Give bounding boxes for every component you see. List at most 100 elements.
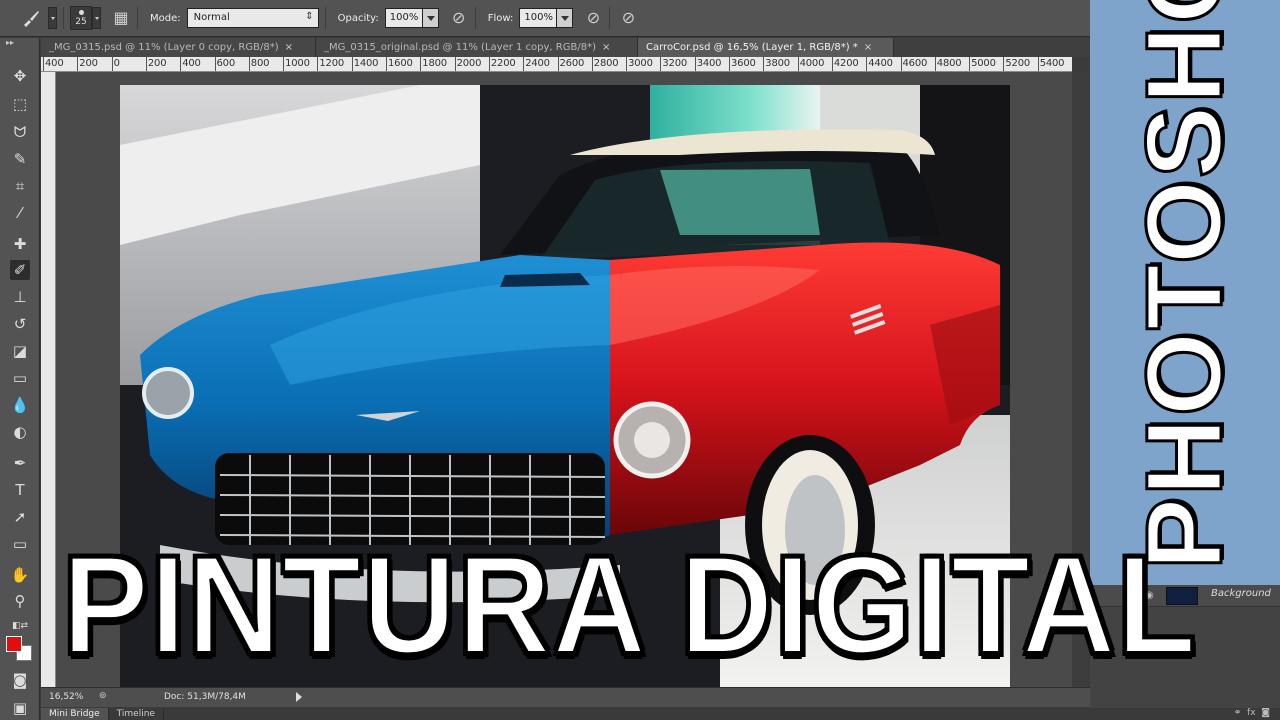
ruler-tick [831,57,833,71]
flow-dropdown[interactable] [557,8,574,28]
ruler-label: 1200 [319,58,345,69]
ruler-label: 800 [250,58,270,69]
tool-preset-dropdown[interactable] [48,7,57,29]
quick-mask-icon[interactable]: ◙ [10,670,30,690]
ruler-label: 1600 [388,58,413,69]
healing-brush-tool-icon[interactable]: ✚ [10,234,30,254]
zoom-tool-icon[interactable]: ⚲ [10,591,30,611]
mask-icon[interactable]: ◙ [1261,708,1270,718]
flow-input[interactable]: 100% [519,8,558,28]
ruler-label: 200 [79,58,98,69]
ruler-tick [214,57,216,71]
path-selection-tool-icon[interactable]: ➚ [10,507,30,527]
ruler-label: 5400 [1039,58,1065,69]
zoom-level[interactable]: 16,52% [49,692,83,702]
type-tool-icon[interactable]: T [10,480,30,500]
fx-icon[interactable]: fx [1247,708,1256,718]
opacity-dropdown[interactable] [422,8,439,28]
close-icon[interactable]: × [285,42,293,53]
ruler-label: 400 [45,58,64,69]
ruler-label: 5000 [971,58,996,69]
ruler-label: 5200 [1005,58,1031,69]
ruler-tick [694,57,696,71]
close-icon[interactable]: × [864,42,872,53]
ruler-horizontal: 400 200 0 200 400 600 800 1000 1200 1400 1600 1800 2… [41,57,1072,72]
ruler-label: 3200 [662,58,688,69]
ruler-tick [145,57,147,71]
mode-select[interactable]: Normal [186,8,319,28]
tools-panel: ▸▸ ✥ ⬚ ᗢ ✎ ⌗ ⁄ ✚ ✐ ⊥ ↺ ◪ ▭ 💧 ◐ ✒ T ➚ ▭ ✋… [0,38,40,720]
tab-carrocor[interactable]: CarroCor.psd @ 16,5% (Layer 1, RGB/8*) *… [638,38,894,57]
eraser-tool-icon[interactable]: ◪ [10,341,30,361]
move-tool-icon[interactable]: ✥ [10,66,30,86]
airbrush-icon[interactable]: ⊘ [583,8,603,28]
ruler-label: 2800 [593,58,619,69]
marquee-tool-icon[interactable]: ⬚ [10,94,30,114]
mode-label: Mode: [150,12,181,24]
tab-label: CarroCor.psd @ 16,5% (Layer 1, RGB/8*) * [646,42,858,53]
bottom-panel-tabs: Mini Bridge Timeline [41,708,1090,720]
ruler-tick [660,57,662,71]
brush-tool-icon[interactable]: ✐ [10,260,30,280]
ruler-tick [180,57,182,71]
ruler-label: 2400 [525,58,550,69]
tab-timeline[interactable]: Timeline [109,708,164,720]
gradient-tool-icon[interactable]: ▭ [10,368,30,388]
ruler-label: 3800 [765,58,790,69]
status-bar: 16,52% ⊚ Doc: 51,3M/78,4M [41,687,1090,707]
hand-tool-icon[interactable]: ✋ [10,565,30,585]
ruler-label: 1000 [285,58,310,69]
rectangle-tool-icon[interactable]: ▭ [10,534,30,554]
status-info-icon[interactable]: ⊚ [99,691,107,701]
tab-label: _MG_0315_original.psd @ 11% (Layer 1 cop… [324,42,596,53]
options-bar: 25 ▦ Mode: Normal Opacity: 100% ⊘ Flow: … [0,0,1090,37]
ruler-label: 1400 [353,58,379,69]
opacity-input[interactable]: 100% [384,8,423,28]
ruler-tick [1037,57,1039,71]
brush-preset-dropdown[interactable] [92,7,101,29]
ruler-tick [763,57,765,71]
ruler-tick [283,57,285,71]
quick-selection-tool-icon[interactable]: ✎ [10,149,30,169]
ruler-tick [626,57,628,71]
ruler-label: 3000 [628,58,653,69]
close-icon[interactable]: × [602,42,610,53]
link-layers-icon[interactable]: ⚭ [1234,708,1242,718]
side-title: PHOTOSHOP [1122,0,1246,572]
lasso-tool-icon[interactable]: ᗢ [10,122,30,142]
ruler-tick [934,57,936,71]
document-tabs: _MG_0315.psd @ 11% (Layer 0 copy, RGB/8*… [41,38,1090,57]
tab-mini-bridge[interactable]: Mini Bridge [41,708,109,720]
ruler-label: 4600 [902,58,928,69]
tablet-pressure-icon[interactable]: ⊘ [618,8,638,28]
overlay-title: PINTURA DIGITAL [60,524,1198,685]
history-brush-tool-icon[interactable]: ↺ [10,314,30,334]
ruler-tick [420,57,422,71]
brush-icon[interactable] [20,7,42,29]
foreground-color-swatch[interactable] [6,636,22,652]
ruler-label: 2200 [490,58,516,69]
status-menu-arrow-icon[interactable] [296,692,302,702]
ruler-tick [797,57,799,71]
brush-preset-picker[interactable]: 25 [70,6,92,30]
ruler-label: 4400 [868,58,893,69]
tablet-pressure-icon[interactable]: ⊘ [449,8,469,28]
pen-tool-icon[interactable]: ✒ [10,453,30,473]
eyedropper-tool-icon[interactable]: ⁄ [10,203,30,223]
ruler-tick [386,57,387,71]
tab-mg-0315-original[interactable]: _MG_0315_original.psd @ 11% (Layer 1 cop… [316,38,638,57]
photoshop-window: 25 ▦ Mode: Normal Opacity: 100% ⊘ Flow: … [0,0,1280,720]
tab-mg-0315[interactable]: _MG_0315.psd @ 11% (Layer 0 copy, RGB/8*… [41,38,316,57]
ruler-tick [454,57,456,71]
blur-tool-icon[interactable]: 💧 [10,395,30,415]
screen-mode-icon[interactable]: ▣ [10,698,30,718]
ruler-tick [488,57,490,71]
default-colors-icon[interactable]: ◧⇄ [10,616,30,636]
crop-tool-icon[interactable]: ⌗ [10,176,30,196]
brush-panel-icon[interactable]: ▦ [111,8,131,28]
ruler-label: 1800 [422,58,447,69]
ruler-tick [523,57,525,71]
collapse-toolbar-icon[interactable]: ▸▸ [0,38,39,50]
dodge-tool-icon[interactable]: ◐ [10,422,30,442]
clone-stamp-tool-icon[interactable]: ⊥ [10,287,30,307]
